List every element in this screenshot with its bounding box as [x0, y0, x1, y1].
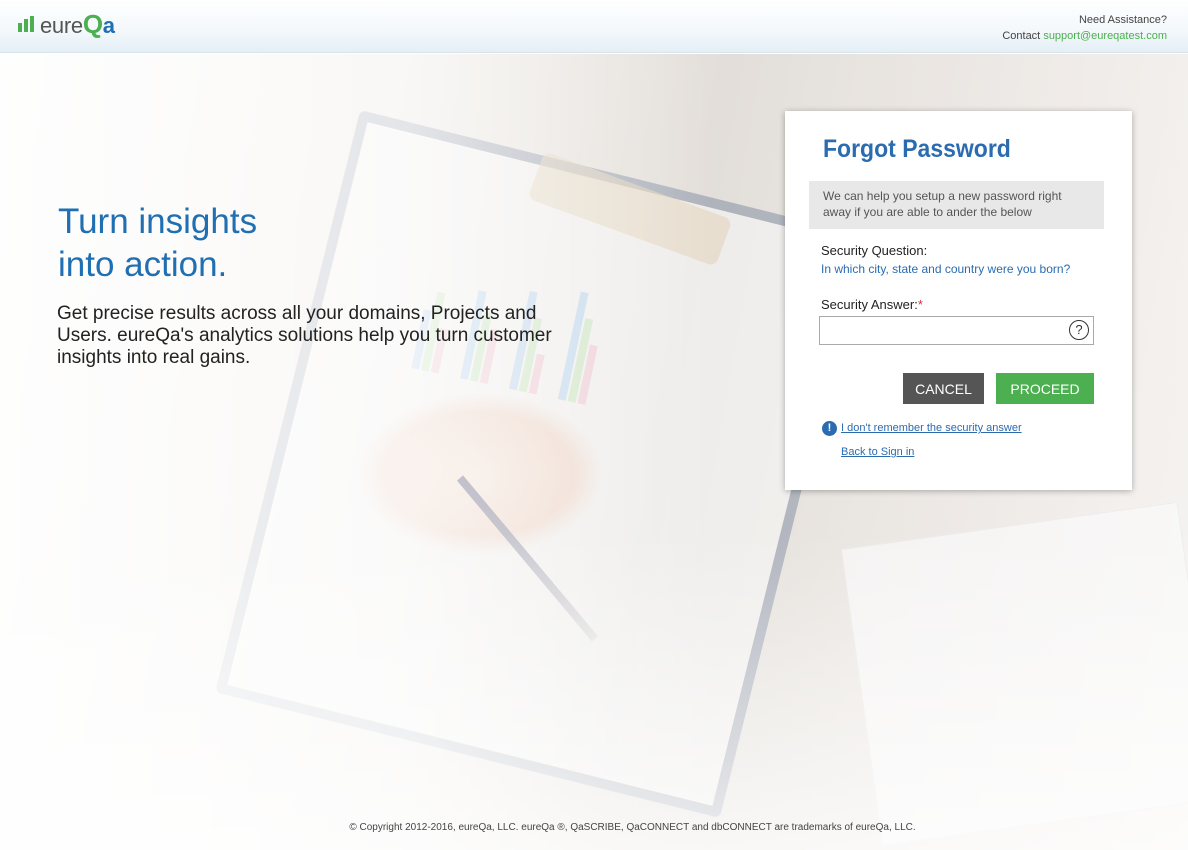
hero-tagline: Turn insights into action. [58, 200, 257, 286]
hero-subtext: Get precise results across all your doma… [57, 303, 552, 368]
tagline-line-1: Turn insights [58, 202, 258, 241]
forgot-password-card: Forgot Password We can help you setup a … [785, 111, 1132, 490]
top-header: eureQa Need Assistance? Contact support@… [0, 0, 1188, 53]
footer-copyright: © Copyright 2012-2016, eureQa, LLC. eure… [349, 822, 916, 833]
security-question-text: In which city, state and country were yo… [821, 262, 1071, 276]
contact-label: Contact [1002, 30, 1041, 42]
forgot-security-answer-link[interactable]: I don't remember the security answer [841, 422, 1022, 434]
assistance-block: Need Assistance? Contact support@eureqat… [1002, 12, 1167, 44]
logo-text: eureQa [40, 8, 115, 39]
eureqa-logo[interactable]: eureQa [18, 9, 115, 39]
assistance-title: Need Assistance? [1078, 14, 1167, 26]
contact-line: Contact support@eureqatest.com [1002, 28, 1167, 44]
info-message: We can help you setup a new password rig… [809, 181, 1104, 229]
back-to-sign-in-link[interactable]: Back to Sign in [841, 446, 914, 458]
tagline-line-2: into action. [58, 245, 228, 284]
proceed-button[interactable]: PROCEED [996, 373, 1094, 404]
support-email-link[interactable]: support@eureqatest.com [1043, 30, 1167, 42]
security-answer-label: Security Answer:* [821, 297, 923, 312]
required-asterisk: * [917, 297, 923, 312]
help-icon[interactable]: ? [1069, 320, 1089, 340]
security-answer-input[interactable] [819, 316, 1094, 345]
security-question-label: Security Question: [821, 243, 928, 258]
cancel-button[interactable]: CANCEL [903, 373, 984, 404]
forgot-password-title: Forgot Password [823, 135, 1011, 163]
bar-chart-icon [18, 16, 34, 32]
alert-icon: ! [822, 421, 837, 436]
